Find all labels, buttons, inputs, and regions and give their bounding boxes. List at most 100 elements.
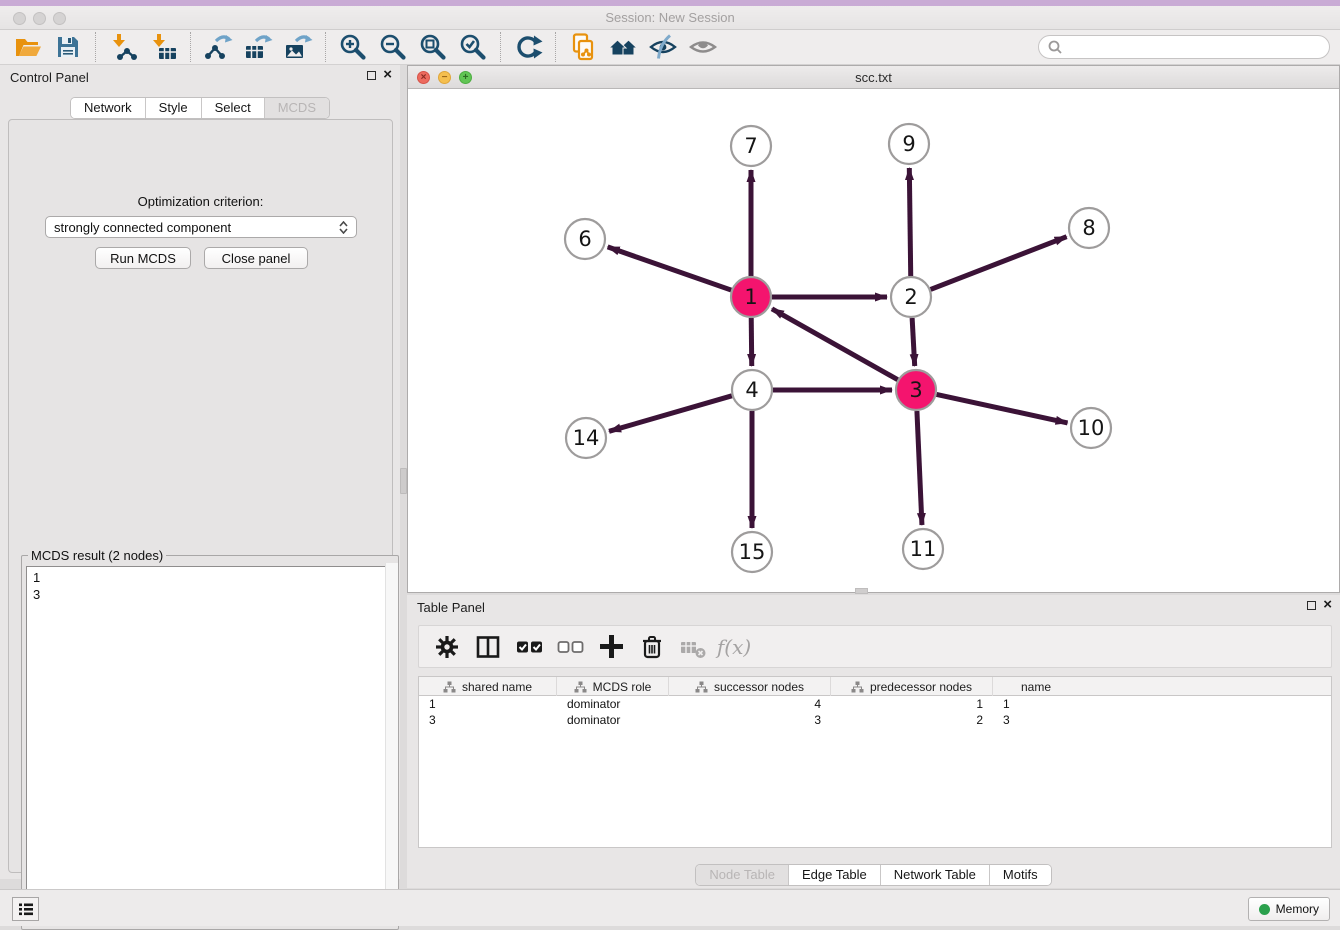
- criterion-dropdown[interactable]: strongly connected component: [45, 216, 357, 238]
- vertical-splitter-handle[interactable]: [400, 468, 407, 494]
- add-column-icon[interactable]: [596, 632, 626, 662]
- node-table[interactable]: shared name MCDS rolesuccessor nodesprede…: [418, 676, 1332, 848]
- control-panel-title: Control Panel: [10, 70, 89, 85]
- edge-2-to-3[interactable]: [912, 318, 915, 366]
- network-canvas[interactable]: 1 2 3 4 6 7 8 9 10 11 14 15: [408, 89, 1339, 592]
- column-header-predecessor-nodes[interactable]: predecessor nodes: [831, 677, 993, 696]
- node-7[interactable]: 7: [731, 126, 771, 166]
- node-8[interactable]: 8: [1069, 208, 1109, 248]
- edge-4-to-14[interactable]: [609, 396, 732, 432]
- window-titlebar: Session: New Session: [0, 6, 1340, 30]
- table-cell[interactable]: 3: [669, 712, 831, 728]
- export-network-icon[interactable]: [198, 31, 238, 63]
- tab-network-table[interactable]: Network Table: [881, 865, 990, 885]
- tab-motifs[interactable]: Motifs: [990, 865, 1051, 885]
- edge-3-to-10[interactable]: [937, 394, 1068, 422]
- horizontal-splitter-handle[interactable]: [855, 588, 868, 594]
- run-mcds-button[interactable]: Run MCDS: [95, 247, 191, 269]
- toolbar-separator: [95, 32, 96, 62]
- export-table-icon[interactable]: [238, 31, 278, 63]
- column-header-shared-name[interactable]: shared name: [419, 677, 557, 696]
- search-icon: [1047, 39, 1063, 55]
- import-table-icon[interactable]: [143, 31, 183, 63]
- table-cell[interactable]: dominator: [557, 696, 669, 712]
- save-session-icon[interactable]: [48, 31, 88, 63]
- delete-column-trash-icon[interactable]: [637, 632, 667, 662]
- node-2[interactable]: 2: [891, 277, 931, 317]
- list-icon: [16, 899, 36, 919]
- table-row[interactable]: 1dominator411: [419, 696, 1331, 712]
- float-panel-icon[interactable]: [367, 71, 376, 80]
- control-panel-header: Control Panel ×: [0, 65, 400, 91]
- table-cell[interactable]: dominator: [557, 712, 669, 728]
- table-cell[interactable]: 3: [993, 712, 1079, 728]
- tab-select[interactable]: Select: [202, 98, 265, 118]
- clone-network-icon[interactable]: [563, 31, 603, 63]
- svg-text:7: 7: [744, 134, 757, 158]
- tab-style[interactable]: Style: [146, 98, 202, 118]
- network-window-titlebar[interactable]: × − + scc.txt: [408, 66, 1339, 89]
- search-input[interactable]: [1063, 38, 1321, 56]
- node-1[interactable]: 1: [731, 277, 771, 317]
- column-label: shared name: [462, 680, 532, 694]
- edge-3-to-11[interactable]: [917, 411, 922, 525]
- show-detail-eye-icon[interactable]: [683, 31, 723, 63]
- node-9[interactable]: 9: [889, 124, 929, 164]
- node-6[interactable]: 6: [565, 219, 605, 259]
- node-3[interactable]: 3: [896, 370, 936, 410]
- close-panel-icon[interactable]: ×: [383, 69, 392, 81]
- column-header-MCDS-role[interactable]: MCDS role: [557, 677, 669, 696]
- node-14[interactable]: 14: [566, 418, 606, 458]
- hide-detail-eye-slash-icon[interactable]: [643, 31, 683, 63]
- column-header-name[interactable]: name: [993, 677, 1079, 696]
- unselect-all-icon[interactable]: [555, 632, 585, 662]
- edge-2-to-9[interactable]: [909, 168, 910, 276]
- table-cell[interactable]: 1: [993, 696, 1079, 712]
- tab-node-table[interactable]: Node Table: [696, 865, 789, 885]
- svg-text:14: 14: [573, 426, 600, 450]
- node-10[interactable]: 10: [1071, 408, 1111, 448]
- table-cell[interactable]: 3: [419, 712, 557, 728]
- home-view-icon[interactable]: [603, 31, 643, 63]
- column-header-successor-nodes[interactable]: successor nodes: [669, 677, 831, 696]
- edge-1-to-6[interactable]: [608, 247, 732, 290]
- close-panel-button[interactable]: Close panel: [204, 247, 308, 269]
- table-cell[interactable]: 1: [419, 696, 557, 712]
- node-15[interactable]: 15: [732, 532, 772, 572]
- edge-2-to-8[interactable]: [931, 237, 1067, 290]
- settings-gear-icon[interactable]: [432, 632, 462, 662]
- node-4[interactable]: 4: [732, 370, 772, 410]
- column-label: name: [1021, 680, 1051, 694]
- svg-text:8: 8: [1082, 216, 1095, 240]
- task-history-button[interactable]: [12, 897, 39, 921]
- edge-1-to-4[interactable]: [751, 318, 752, 366]
- mcds-result-text[interactable]: 1 3: [26, 566, 394, 916]
- result-scrollbar[interactable]: [385, 563, 398, 921]
- tab-mcds[interactable]: MCDS: [265, 98, 329, 118]
- table-cell[interactable]: 4: [669, 696, 831, 712]
- search-box[interactable]: [1038, 35, 1330, 59]
- zoom-selected-icon[interactable]: [453, 31, 493, 63]
- close-panel-icon[interactable]: ×: [1323, 599, 1332, 611]
- network-column-icon: [574, 681, 587, 693]
- zoom-fit-icon[interactable]: [413, 31, 453, 63]
- import-network-icon[interactable]: [103, 31, 143, 63]
- float-panel-icon[interactable]: [1307, 601, 1316, 610]
- select-all-icon[interactable]: [514, 632, 544, 662]
- table-cell[interactable]: 2: [831, 712, 993, 728]
- zoom-in-icon[interactable]: [333, 31, 373, 63]
- criterion-value: strongly connected component: [54, 220, 231, 235]
- node-11[interactable]: 11: [903, 529, 943, 569]
- network-view-window: × − + scc.txt 1 2 3 4 6 7 8 9 10 11 14 15: [407, 65, 1340, 593]
- export-image-icon[interactable]: [278, 31, 318, 63]
- table-cell[interactable]: 1: [831, 696, 993, 712]
- zoom-out-icon[interactable]: [373, 31, 413, 63]
- table-row[interactable]: 3dominator323: [419, 712, 1331, 728]
- tab-network[interactable]: Network: [71, 98, 146, 118]
- tab-edge-table[interactable]: Edge Table: [789, 865, 881, 885]
- refresh-layout-icon[interactable]: [508, 31, 548, 63]
- open-session-icon[interactable]: [8, 31, 48, 63]
- edge-3-to-1[interactable]: [772, 309, 898, 380]
- column-layout-icon[interactable]: [473, 632, 503, 662]
- memory-button[interactable]: Memory: [1248, 897, 1330, 921]
